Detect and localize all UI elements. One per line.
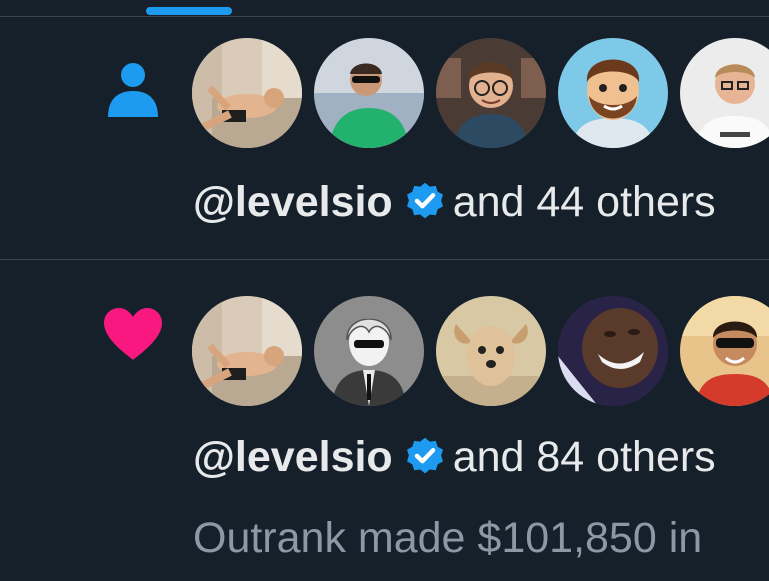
avatar-cartoon-bearded-man[interactable] [558,38,668,148]
person-icon [108,63,158,117]
avatar-row [192,296,769,408]
heart-icon [104,308,162,360]
username-link[interactable]: @levelsio [193,178,393,226]
avatar-sunglasses-green-shirt[interactable] [314,38,424,148]
active-tab-indicator [146,7,232,15]
like-summary-text: and 84 others [452,433,716,481]
follow-notification[interactable]: @levelsio and 44 others [0,17,769,259]
username-link[interactable]: @levelsio [193,433,393,481]
avatar-man-grinning[interactable] [558,296,668,406]
avatar-glasses-office[interactable] [436,38,546,148]
avatar-anime-suit-sunglasses[interactable] [314,296,424,406]
avatar-reclining-man[interactable] [192,38,302,148]
avatar-dog[interactable] [436,296,546,406]
like-headline: @levelsio and 84 others [193,432,716,482]
liked-post-preview[interactable]: Outrank made $101,850 in [193,512,702,564]
follow-summary-text: and 44 others [452,178,716,226]
notifications-screen: @levelsio and 44 others @levelsio and 84… [0,0,769,581]
avatar-cartoon-sunglasses[interactable] [680,296,769,406]
verified-badge-icon [406,437,443,474]
avatar-man-glasses-white-shirt[interactable] [680,38,769,148]
avatar-row [192,38,769,150]
verified-badge-icon [406,182,443,219]
follow-headline: @levelsio and 44 others [193,177,716,227]
avatar-reclining-man[interactable] [192,296,302,406]
